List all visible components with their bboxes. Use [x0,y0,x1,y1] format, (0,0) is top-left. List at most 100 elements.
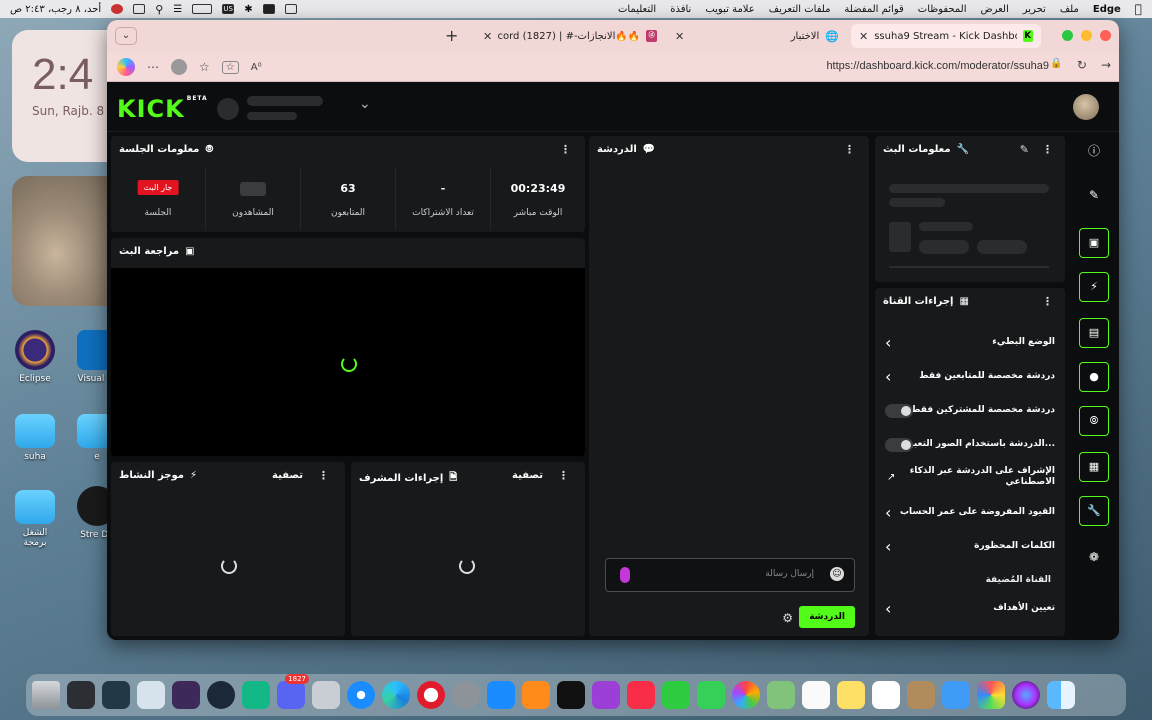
menu-profiles[interactable]: ملفات التعريف [769,4,831,15]
green-app-icon[interactable] [242,681,270,709]
calendar-icon[interactable] [872,681,900,709]
bluetooth-icon[interactable]: ✱ [244,4,252,15]
more-icon[interactable]: ⋯ [147,60,159,74]
menu-history[interactable]: المحفوظات [918,4,967,15]
tab-discord[interactable]: ⓓ 🔥🔥الانجازات-# | (1827) Discord ✕ [475,24,665,48]
activity-toggle-lightning-icon[interactable]: ⚡ [1079,272,1109,302]
menubar-clock[interactable]: أحد، ٨ رجب، ٢:٤٣ ص [10,4,101,15]
contacts-icon[interactable] [907,681,935,709]
favorites-icon[interactable]: ☆ [221,60,239,74]
action-slow-mode[interactable]: الوضع البطيء › [875,326,1065,360]
notes-icon[interactable] [837,681,865,709]
panel-menu-icon[interactable]: ⋮ [1042,143,1053,156]
wifi-icon[interactable]: ☰ [173,4,182,15]
read-aloud-icon[interactable]: A⁰ [251,62,262,73]
video-app-icon[interactable] [172,681,200,709]
shield-icon[interactable] [284,4,297,14]
menubar-app-name[interactable]: Edge [1093,4,1121,15]
fullscreen-button[interactable] [1062,30,1073,41]
action-banned-words[interactable]: الكلمات المحظورة › [875,530,1065,564]
desktop-icon-eclipse[interactable]: Eclipse [10,330,60,384]
chat-message-input[interactable]: إرسال رسالة ☺ [605,558,855,592]
opera-icon[interactable] [417,681,445,709]
messages-icon[interactable] [697,681,725,709]
music-icon[interactable] [627,681,655,709]
favorite-star-icon[interactable]: ☆ [199,60,210,74]
action-account-age[interactable]: القيود المفروضة على عمر الحساب › [875,496,1065,530]
chat-settings-gear-icon[interactable]: ⚙ [782,611,793,625]
tab-list-button[interactable]: ⌄ [115,27,137,45]
menu-file[interactable]: ملف [1060,4,1079,15]
activity-filter-button[interactable]: تصفية [272,470,303,481]
forward-icon[interactable]: → [1101,58,1111,72]
steam-icon[interactable] [207,681,235,709]
stats-icon[interactable] [262,4,275,14]
system-settings-icon[interactable] [452,681,480,709]
new-tab-button[interactable]: + [445,26,458,45]
microphone-icon[interactable] [620,567,630,583]
panel-menu-icon[interactable]: ⋮ [844,143,855,156]
screen-app-icon[interactable] [102,681,130,709]
panel-menu-icon[interactable]: ⋮ [1042,295,1053,308]
channel-actions-toggle-layout-icon[interactable]: ▦ [1079,452,1109,482]
widgets-icon[interactable]: ❁ [1079,542,1109,572]
lock-icon[interactable]: 🔒 [1050,58,1062,72]
panel-menu-icon[interactable]: ⋮ [560,143,571,156]
menu-favorites[interactable]: قوائم المفضلة [844,4,903,15]
copilot-icon[interactable] [117,58,135,76]
disk-utility-icon[interactable] [312,681,340,709]
siri-icon[interactable] [1012,681,1040,709]
search-icon[interactable]: ⚲ [155,3,163,16]
tab-kick-dashboard[interactable]: K ssuha9 Stream - Kick Dashboard ✕ [851,24,1041,48]
emoji-icon[interactable]: ☺ [830,567,844,581]
desktop-icon-folder-suha[interactable]: suha [10,410,60,462]
profile-icon[interactable] [171,59,187,75]
edge-icon[interactable] [382,681,410,709]
maps-icon[interactable] [767,681,795,709]
finder-icon[interactable] [1047,681,1075,709]
photos-icon[interactable] [732,681,760,709]
panel-menu-icon[interactable]: ⋮ [558,469,569,482]
edit-pencil-icon[interactable]: ✎ [1020,143,1029,156]
url-field[interactable]: https://dashboard.kick.com/moderator/ssu… [826,60,1049,72]
emotes-only-toggle[interactable] [885,438,913,452]
app-store-icon[interactable] [487,681,515,709]
mail-icon[interactable] [942,681,970,709]
menu-tab[interactable]: علامة تبويب [705,4,754,15]
discord-icon[interactable]: 1827 [277,674,309,709]
chat-toggle-icon[interactable]: ● [1079,362,1109,392]
close-tab-icon[interactable]: ✕ [675,30,684,43]
desktop-icon-folder-programming[interactable]: الشغل برمجة [10,486,60,548]
action-ai-moderation[interactable]: الإشراف على الدردشة عبر الذكاء الاصطناعي… [875,462,1065,496]
menu-edit[interactable]: تحرير [1023,4,1046,15]
apple-tv-icon[interactable] [557,681,585,709]
facetime-icon[interactable] [662,681,690,709]
chat-send-button[interactable]: الدردشة [799,606,855,628]
books-icon[interactable] [522,681,550,709]
reload-icon[interactable]: ↻ [1077,58,1087,72]
preview-app-icon[interactable] [137,681,165,709]
menu-view[interactable]: العرض [981,4,1009,15]
safari-icon[interactable] [347,681,375,709]
trash-icon[interactable] [32,681,60,709]
edit-icon[interactable]: ✎ [1079,180,1109,210]
close-tab-icon[interactable]: ✕ [483,30,492,43]
stream-info-toggle-wrench-icon[interactable]: 🔧 [1079,496,1109,526]
launchpad-icon[interactable] [977,681,1005,709]
mod-actions-toggle-document-icon[interactable]: ▤ [1079,318,1109,348]
mod-actions-filter-button[interactable]: تصفية [512,470,543,481]
keyboard-layout-icon[interactable]: US [222,4,235,14]
edge-status-icon[interactable] [111,4,124,14]
battery-icon[interactable] [192,4,213,14]
close-tab-icon[interactable]: ✕ [859,30,868,43]
stream-preview-toggle-icon[interactable]: ▣ [1079,228,1109,258]
subscribers-only-toggle[interactable] [885,404,913,418]
info-icon[interactable]: ⓘ [1079,136,1109,166]
reminders-icon[interactable] [802,681,830,709]
tab-test[interactable]: 🌐 الاختبار ✕ [667,24,847,48]
podcasts-icon[interactable] [592,681,620,709]
session-info-toggle-broadcast-icon[interactable]: ⦾ [1079,406,1109,436]
action-set-goals[interactable]: تعيين الأهداف › [875,592,1065,626]
minimize-button[interactable] [1081,30,1092,41]
menu-window[interactable]: نافذة [670,4,691,15]
